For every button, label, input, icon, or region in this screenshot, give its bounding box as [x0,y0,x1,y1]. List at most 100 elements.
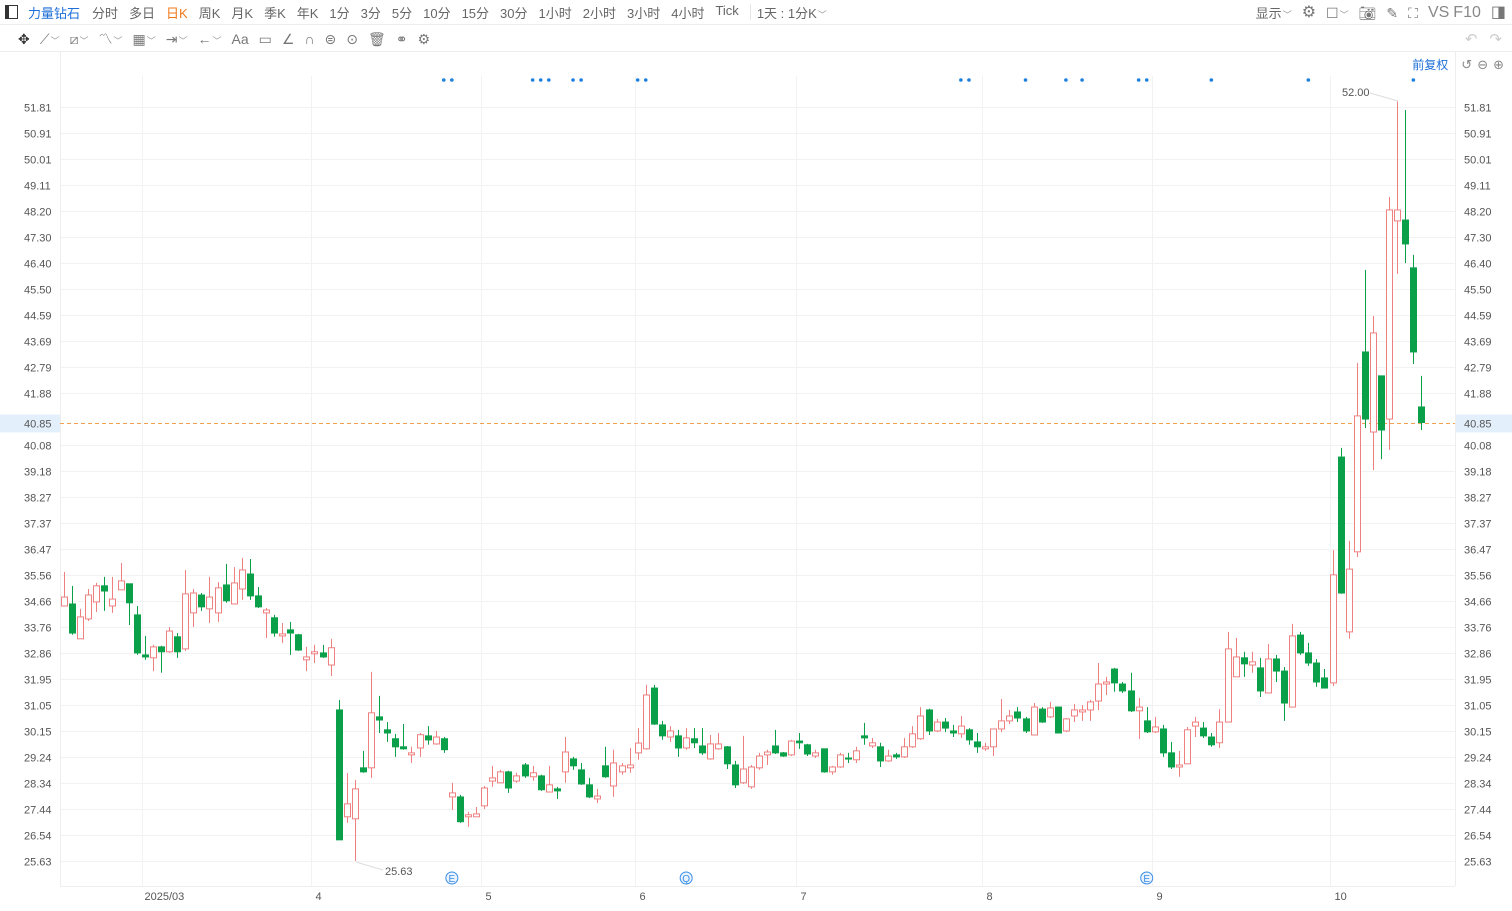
f10-button[interactable]: F10 [1453,4,1481,22]
period-tab[interactable]: 年K [297,3,319,22]
event-marker-dot[interactable] [643,78,648,82]
candle-body [239,569,246,590]
redo-icon[interactable]: ↷ [1489,30,1502,48]
event-badge[interactable]: E [1140,871,1154,885]
event-marker-dot[interactable] [1209,78,1214,82]
candle-down [101,576,108,611]
camera-icon[interactable]: 📷︎ [1359,6,1377,20]
period-tab[interactable]: 日K [166,3,188,22]
vs-button[interactable]: VS [1428,4,1449,22]
event-marker-dot[interactable] [1023,78,1028,82]
event-marker-dot[interactable] [1306,78,1311,82]
undo-icon[interactable]: ↶ [1465,30,1478,48]
period-tab[interactable]: 2小时 [583,3,616,22]
event-marker-dot[interactable] [547,78,551,82]
y-tick-label-left: 42.79 [24,363,52,375]
period-tab[interactable]: 3分 [361,3,381,22]
candle-body [691,738,698,744]
sidebar-toggle-icon[interactable] [5,5,18,19]
period-tab[interactable]: 15分 [462,3,489,22]
candle-body [328,647,335,666]
pencil-icon[interactable]: ✎ [1386,6,1398,20]
candle-body [118,580,125,591]
interval-select[interactable]: 1天 : 1分K﹀ [757,3,827,22]
right-panel-toggle-icon[interactable]: ◨ [1491,4,1506,21]
line-tool-icon[interactable]: ⟋﹀ [40,32,60,46]
period-tab[interactable]: 月K [231,3,253,22]
event-marker-dot[interactable] [571,78,575,82]
candle-body [287,629,294,634]
event-marker-dot[interactable] [530,78,535,82]
wave-tool-icon[interactable]: 〽﹀ [98,32,122,46]
candle-up [748,764,755,789]
last-price-label-right: 40.85 [1464,419,1492,431]
candle-body [1023,718,1030,732]
event-marker-dot[interactable] [1411,78,1416,82]
candle-body [1418,406,1425,424]
measure-tool-icon[interactable]: ⇥﹀ [166,32,188,46]
zoom-in-icon[interactable]: ⊕ [1493,57,1504,73]
move-cross-icon[interactable]: ✥ [18,32,30,46]
fibonacci-tool-icon[interactable]: ▦﹀ [133,32,156,46]
candle-body [804,744,811,755]
fullscreen-icon[interactable]: ⛶ [1408,6,1418,20]
event-marker-dot[interactable] [967,78,971,82]
candlestick-chart[interactable]: 51.81 51.81 50.91 50.91 50.01 50.01 49.11 49.11… [0,0,1512,911]
settings-gear-icon[interactable]: ⚙ [1302,4,1316,21]
arrow-tool-icon[interactable]: ←﹀ [198,32,222,46]
period-tab[interactable]: 周K [199,3,221,22]
link-icon[interactable]: ⚭ [396,32,408,46]
event-marker-dot[interactable] [1144,78,1149,82]
candle-down [942,718,949,733]
text-tool-icon[interactable]: Aa [232,32,249,46]
trash-icon[interactable]: 🗑︎ [368,32,386,46]
layout-square-icon[interactable]: ☐﹀ [1326,6,1349,20]
event-badge[interactable]: Q [679,871,693,885]
event-marker-dot[interactable] [441,78,446,82]
period-tab[interactable]: 1分 [329,3,349,22]
comment-icon[interactable]: ▭ [259,32,272,46]
event-marker-dot[interactable] [538,78,543,82]
y-tick-label-left: 51.81 [24,103,52,115]
period-tab[interactable]: 多日 [129,3,155,22]
candle-up [707,735,714,760]
event-marker-dot[interactable] [959,78,963,82]
hide-drawings-icon[interactable]: ⊜ [325,32,337,46]
period-tab[interactable]: Tick [715,3,738,22]
event-marker-dot[interactable] [1136,78,1141,82]
period-tab[interactable]: 10分 [423,3,450,22]
period-tab[interactable]: 分时 [92,3,118,22]
event-marker-dot[interactable] [450,78,454,82]
x-tick-label: 8 [987,891,993,903]
zoom-out-icon[interactable]: ⊖ [1477,57,1488,73]
top-right-tools: 显示﹀ ⚙ ☐﹀ 📷︎ ✎ ⛶ VS F10 ◨ [1256,0,1506,25]
y-tick-label-right: 27.44 [1464,805,1492,817]
candle-body [198,594,205,608]
event-marker-dot[interactable] [1064,78,1068,82]
price-adjust-button[interactable]: 前复权 [1412,56,1448,73]
candle-body [942,721,949,729]
event-badge[interactable]: E [445,871,459,885]
angle-tool-icon[interactable]: ∠ [282,32,295,46]
lock-drawings-icon[interactable]: ⊙ [346,32,358,46]
period-tab[interactable]: 30分 [500,3,527,22]
drawing-settings-icon[interactable]: ⚙ [417,32,430,46]
candle-body [1119,683,1126,692]
period-tab[interactable]: 1小时 [539,3,572,22]
symbol-name[interactable]: 力量钻石 [28,3,80,22]
display-menu[interactable]: 显示﹀ [1256,3,1292,22]
channel-tool-icon[interactable]: ⧄﹀ [70,32,89,46]
period-tab[interactable]: 3小时 [627,3,660,22]
candle-up [1079,705,1086,721]
earnings-badges[interactable]: EQE [445,871,1154,885]
period-tab[interactable]: 4小时 [671,3,704,22]
event-marker-dot[interactable] [635,78,640,82]
candle-body [320,652,327,658]
period-tab[interactable]: 季K [264,3,286,22]
event-marker-dot[interactable] [1080,78,1084,82]
event-marker-dot[interactable] [579,78,583,82]
magnet-icon[interactable]: ∩ [304,32,314,46]
period-tab[interactable]: 5分 [392,3,412,22]
reset-icon[interactable]: ↺ [1461,57,1472,73]
event-markers[interactable] [441,78,1416,82]
